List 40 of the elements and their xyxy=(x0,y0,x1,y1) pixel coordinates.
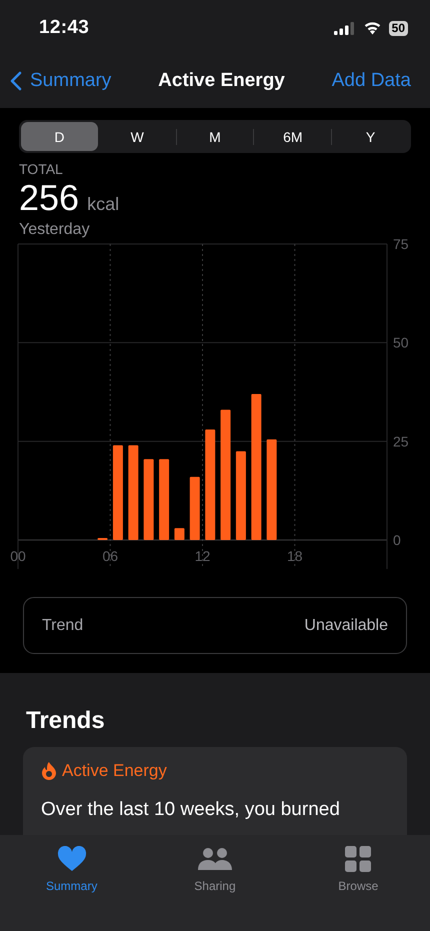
axis-label: 0 xyxy=(393,532,401,548)
heart-icon[interactable] xyxy=(56,845,87,873)
status-time: 12:43 xyxy=(39,17,90,39)
segment-tab[interactable]: 6M xyxy=(254,122,332,151)
wifi-icon xyxy=(362,21,382,35)
grid-icon[interactable] xyxy=(345,845,372,873)
axis-label: 75 xyxy=(393,239,409,252)
total-value: 256 xyxy=(19,177,80,219)
axis-label: 18 xyxy=(286,548,303,564)
date-label: Yesterday xyxy=(19,221,91,239)
trend-text: Over the last 10 weeks, you burned xyxy=(41,799,341,821)
metric-label: Active Energy xyxy=(62,761,167,781)
segment-tab[interactable]: Y xyxy=(332,122,409,151)
segment-tab[interactable]: M xyxy=(176,122,254,151)
chart-bar xyxy=(174,528,184,540)
axis-label: 12 xyxy=(194,548,210,564)
people-icon[interactable] xyxy=(196,845,233,873)
unit-label: kcal xyxy=(87,194,120,215)
axis-label: 25 xyxy=(393,433,409,450)
chart-bar xyxy=(190,476,200,540)
axis-label: 06 xyxy=(102,548,118,564)
section-title: Trends xyxy=(26,707,106,735)
axis-label: 00 xyxy=(10,548,26,564)
page-title: Active Energy xyxy=(158,70,285,92)
trend-label: Trend xyxy=(42,616,84,634)
back-icon[interactable] xyxy=(10,71,22,91)
signal-icon xyxy=(334,22,356,34)
trend-value: Unavailable xyxy=(304,616,388,634)
tab-bar-item[interactable]: Sharing xyxy=(160,845,270,893)
trend-summary-card[interactable]: Active Energy Over the last 10 weeks, you burned xyxy=(23,747,407,835)
tab-bar-item[interactable]: Browse xyxy=(303,845,414,893)
axis-label: 50 xyxy=(393,334,409,351)
add-data-link[interactable]: Add Data xyxy=(332,70,411,92)
flame-icon xyxy=(41,762,57,780)
segment-tab[interactable]: D xyxy=(21,122,98,151)
back-link[interactable]: Summary xyxy=(10,70,112,92)
tab-bar-item[interactable]: Summary xyxy=(16,845,127,893)
total-label: TOTAL xyxy=(19,161,64,177)
battery-icon: 50 xyxy=(388,20,408,36)
segment-tab[interactable]: W xyxy=(98,122,176,151)
